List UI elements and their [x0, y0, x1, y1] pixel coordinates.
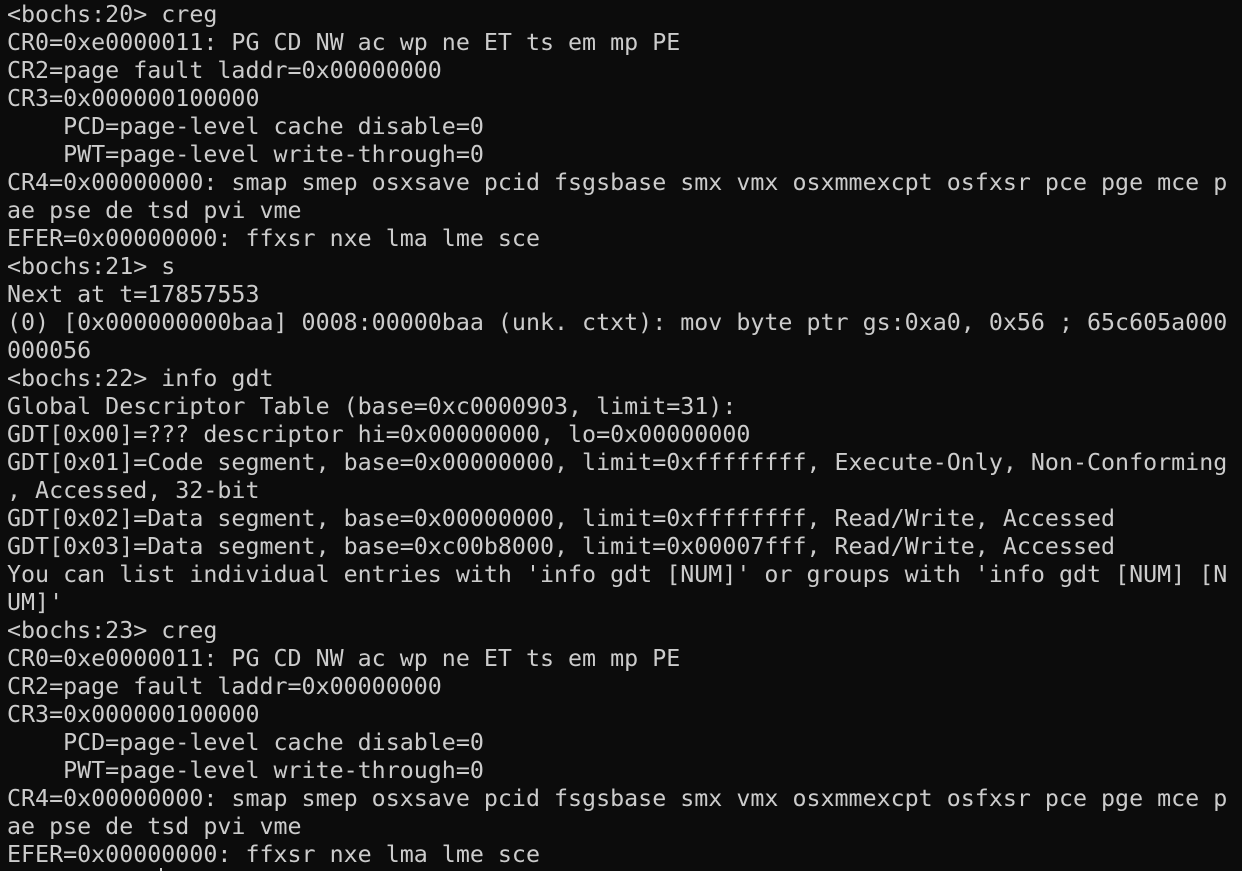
output-line: GDT[0x00]=??? descriptor hi=0x00000000, … — [7, 421, 751, 448]
output-line: PWT=page-level write-through=0 — [7, 141, 484, 168]
output-line: You can list individual entries with 'in… — [7, 561, 1228, 588]
output-line: PCD=page-level cache disable=0 — [7, 113, 484, 140]
output-line: EFER=0x00000000: ffxsr nxe lma lme sce — [7, 841, 540, 868]
output-line: Global Descriptor Table (base=0xc0000903… — [7, 393, 737, 420]
output-line: PWT=page-level write-through=0 — [7, 757, 484, 784]
output-line: (0) [0x000000000baa] 0008:00000baa (unk.… — [7, 309, 1228, 336]
output-line: CR2=page fault laddr=0x00000000 — [7, 57, 442, 84]
output-line: UM]' — [7, 589, 64, 616]
output-line: ae pse de tsd pvi vme — [7, 813, 302, 840]
output-line: CR0=0xe0000011: PG CD NW ac wp ne ET ts … — [7, 645, 681, 672]
output-line: PCD=page-level cache disable=0 — [7, 729, 484, 756]
prompt-line: <bochs:20> creg — [7, 1, 218, 28]
output-line: 000056 — [7, 337, 92, 364]
terminal-window[interactable]: <bochs:20> creg CR0=0xe0000011: PG CD NW… — [0, 0, 1242, 871]
prompt-line: <bochs:21> s — [7, 253, 176, 280]
output-line: CR4=0x00000000: smap smep osxsave pcid f… — [7, 169, 1228, 196]
output-line: CR0=0xe0000011: PG CD NW ac wp ne ET ts … — [7, 29, 681, 56]
output-line: GDT[0x03]=Data segment, base=0xc00b8000,… — [7, 533, 1116, 560]
output-line: CR3=0x000000100000 — [7, 701, 260, 728]
output-line: CR3=0x000000100000 — [7, 85, 260, 112]
output-line: GDT[0x02]=Data segment, base=0x00000000,… — [7, 505, 1116, 532]
output-line: CR4=0x00000000: smap smep osxsave pcid f… — [7, 785, 1228, 812]
output-line: , Accessed, 32-bit — [7, 477, 260, 504]
output-line: EFER=0x00000000: ffxsr nxe lma lme sce — [7, 225, 540, 252]
prompt-line: <bochs:23> creg — [7, 617, 218, 644]
prompt-line: <bochs:22> info gdt — [7, 365, 274, 392]
output-line: CR2=page fault laddr=0x00000000 — [7, 673, 442, 700]
output-line: GDT[0x01]=Code segment, base=0x00000000,… — [7, 449, 1228, 476]
output-line: ae pse de tsd pvi vme — [7, 197, 302, 224]
terminal-output: <bochs:20> creg CR0=0xe0000011: PG CD NW… — [7, 1, 1227, 869]
output-line: Next at t=17857553 — [7, 281, 260, 308]
